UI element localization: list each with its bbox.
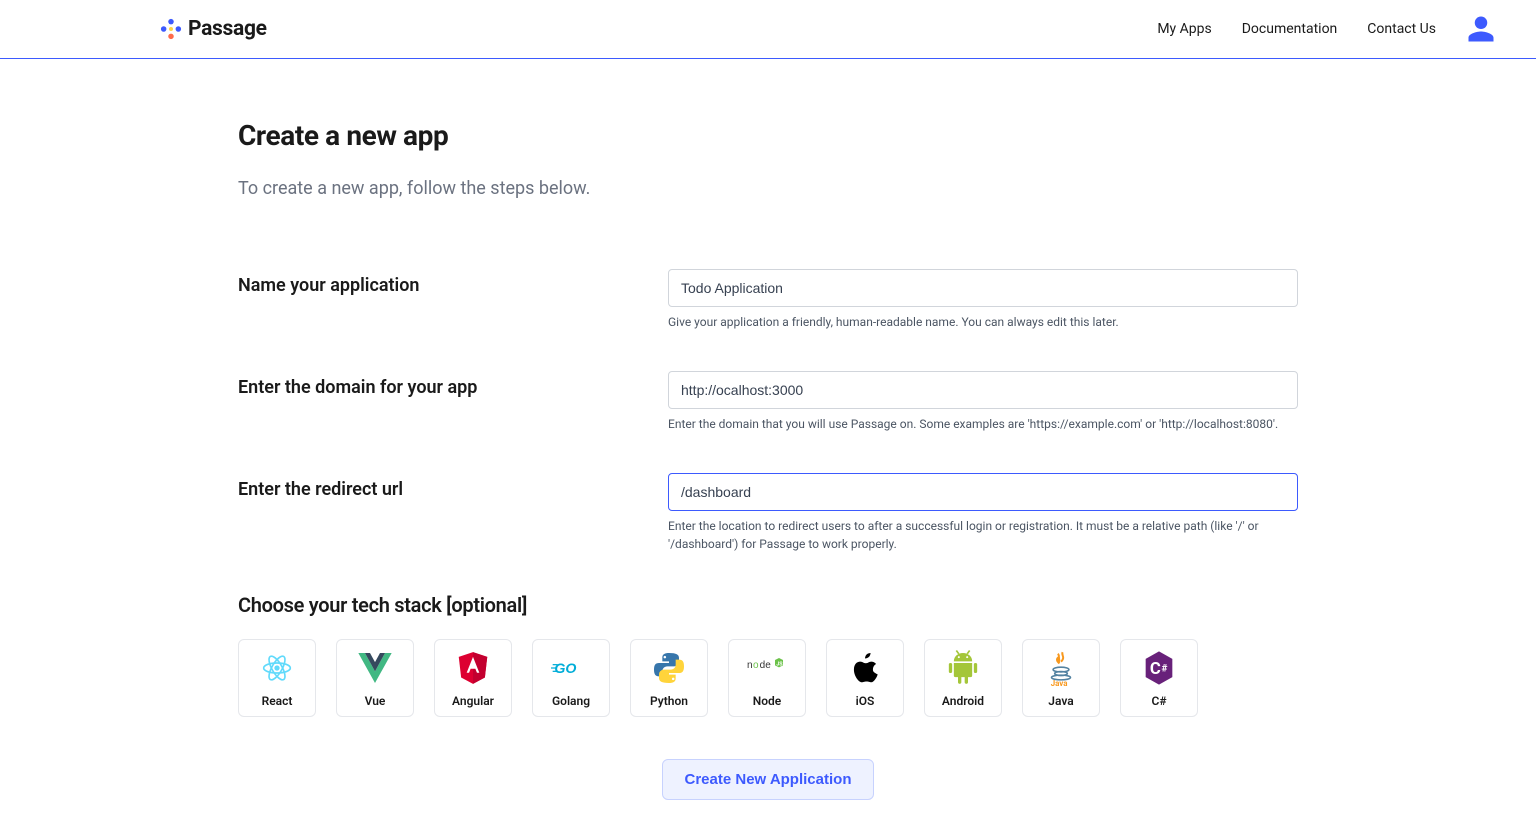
main-content: Create a new app To create a new app, fo…: [238, 59, 1298, 840]
logo[interactable]: Passage: [160, 17, 267, 41]
header: Passage My Apps Documentation Contact Us: [0, 0, 1536, 59]
tech-label: Vue: [365, 694, 386, 708]
tech-label: Java: [1048, 694, 1073, 708]
brand-name: Passage: [188, 17, 267, 41]
python-icon: [649, 648, 689, 688]
domain-help: Enter the domain that you will use Passa…: [668, 415, 1298, 433]
svg-text:JS: JS: [776, 661, 783, 667]
tech-python[interactable]: Python: [630, 639, 708, 717]
react-icon: [257, 648, 297, 688]
name-input[interactable]: [668, 269, 1298, 307]
svg-text:Java: Java: [1051, 679, 1068, 687]
tech-csharp[interactable]: C # C#: [1120, 639, 1198, 717]
tech-node[interactable]: n o de JS Node: [728, 639, 806, 717]
nav-documentation[interactable]: Documentation: [1242, 21, 1338, 37]
domain-input[interactable]: [668, 371, 1298, 409]
tech-label: React: [262, 694, 293, 708]
svg-text:C: C: [1150, 660, 1161, 679]
tech-label: Node: [753, 694, 782, 708]
apple-icon: [845, 648, 885, 688]
user-icon[interactable]: [1466, 14, 1496, 44]
field-name: Name your application Give your applicat…: [238, 269, 1298, 331]
create-application-button[interactable]: Create New Application: [662, 759, 875, 800]
page-title: Create a new app: [238, 119, 1298, 152]
tech-golang[interactable]: GO Golang: [532, 639, 610, 717]
passage-logo-icon: [160, 18, 182, 40]
tech-android[interactable]: Android: [924, 639, 1002, 717]
field-domain: Enter the domain for your app Enter the …: [238, 371, 1298, 433]
svg-text:GO: GO: [554, 661, 576, 677]
tech-label: Angular: [452, 694, 494, 708]
vue-icon: [355, 648, 395, 688]
nav-contact-us[interactable]: Contact Us: [1367, 21, 1436, 37]
tech-label: Android: [942, 694, 984, 708]
tech-label: Golang: [552, 694, 590, 708]
tech-label: iOS: [856, 694, 875, 708]
tech-angular[interactable]: Angular: [434, 639, 512, 717]
domain-label: Enter the domain for your app: [238, 371, 668, 398]
golang-icon: GO: [551, 648, 591, 688]
node-icon: n o de JS: [747, 648, 787, 688]
name-help: Give your application a friendly, human-…: [668, 313, 1298, 331]
tech-stack-title: Choose your tech stack [optional]: [238, 593, 1298, 617]
tech-grid: React Vue Angular: [238, 639, 1298, 717]
redirect-help: Enter the location to redirect users to …: [668, 517, 1298, 553]
name-label: Name your application: [238, 269, 668, 296]
tech-vue[interactable]: Vue: [336, 639, 414, 717]
tech-label: C#: [1151, 694, 1166, 708]
nav: My Apps Documentation Contact Us: [1157, 14, 1496, 44]
svg-text:#: #: [1162, 663, 1168, 674]
android-icon: [943, 648, 983, 688]
redirect-input[interactable]: [668, 473, 1298, 511]
page-subtitle: To create a new app, follow the steps be…: [238, 178, 1298, 199]
tech-java[interactable]: Java Java: [1022, 639, 1100, 717]
nav-my-apps[interactable]: My Apps: [1157, 21, 1211, 37]
tech-label: Python: [650, 694, 688, 708]
redirect-label: Enter the redirect url: [238, 473, 668, 500]
svg-text:o: o: [753, 660, 759, 671]
java-icon: Java: [1041, 648, 1081, 688]
angular-icon: [453, 648, 493, 688]
svg-text:n: n: [747, 660, 753, 671]
tech-react[interactable]: React: [238, 639, 316, 717]
field-redirect: Enter the redirect url Enter the locatio…: [238, 473, 1298, 553]
csharp-icon: C #: [1139, 648, 1179, 688]
svg-text:de: de: [760, 660, 772, 671]
tech-ios[interactable]: iOS: [826, 639, 904, 717]
